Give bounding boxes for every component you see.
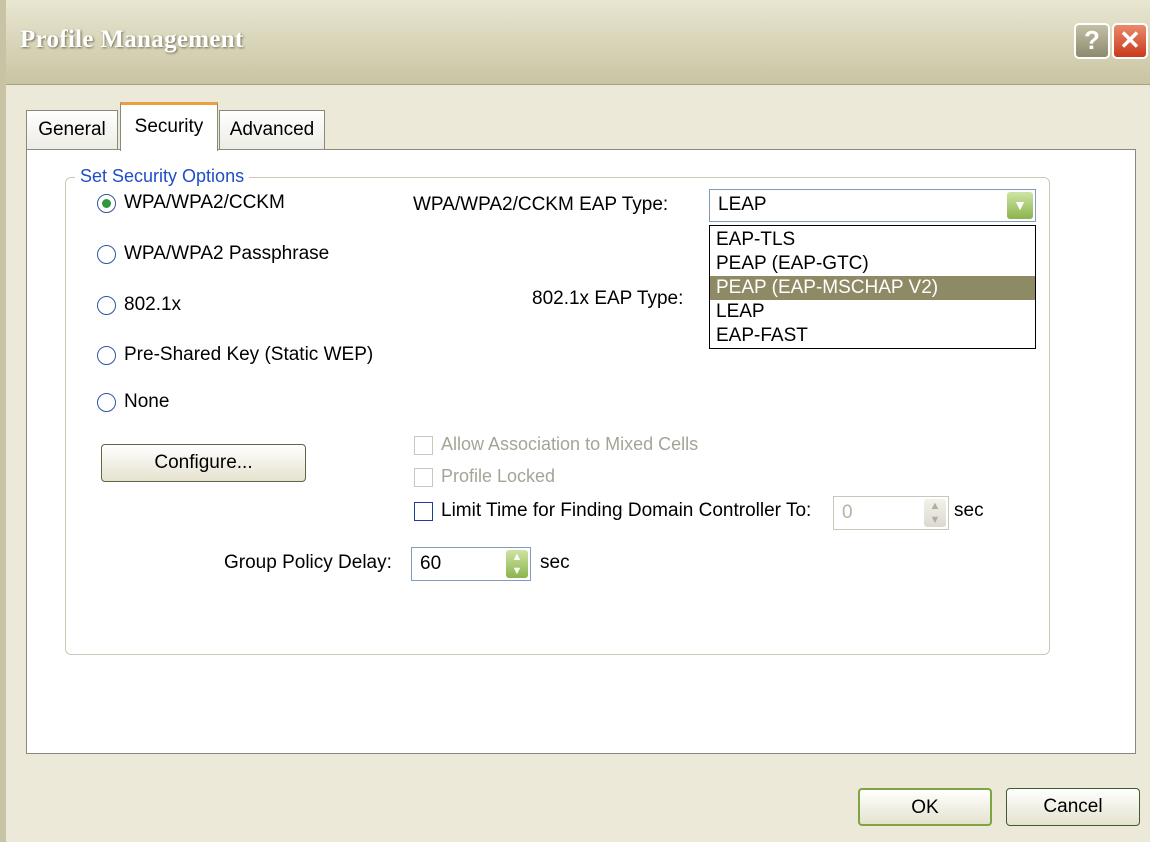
group-policy-delay-unit: sec bbox=[540, 552, 570, 573]
radio-label: WPA/WPA2 Passphrase bbox=[124, 243, 330, 264]
limit-time-unit: sec bbox=[954, 500, 984, 521]
title-bar[interactable]: Profile Management ? ✕ bbox=[6, 0, 1150, 85]
ok-button[interactable]: OK bbox=[858, 788, 992, 826]
radio-button-icon bbox=[97, 295, 116, 315]
wpa-eap-type-value: LEAP bbox=[718, 194, 767, 215]
profile-management-dialog: Profile Management ? ✕ General Security … bbox=[0, 0, 1150, 842]
limit-time-checkbox[interactable] bbox=[414, 502, 433, 521]
spinner-arrows-icon[interactable]: ▲ ▼ bbox=[924, 499, 946, 527]
radio-none[interactable]: None bbox=[97, 387, 169, 417]
limit-time-value: 0 bbox=[842, 502, 853, 523]
group-title: Set Security Options bbox=[75, 166, 250, 187]
wpa-eap-type-label: WPA/WPA2/CCKM EAP Type: bbox=[413, 194, 669, 215]
radio-button-icon bbox=[97, 345, 116, 365]
profile-locked-checkbox[interactable] bbox=[414, 468, 433, 487]
dot1x-eap-type-label: 802.1x EAP Type: bbox=[532, 288, 684, 309]
group-policy-delay-label: Group Policy Delay: bbox=[224, 552, 392, 573]
tab-advanced[interactable]: Advanced bbox=[219, 110, 325, 150]
close-button[interactable]: ✕ bbox=[1112, 23, 1148, 59]
radio-label: None bbox=[124, 391, 170, 412]
chevron-down-icon[interactable]: ▼ bbox=[1007, 192, 1033, 219]
radio-8021x[interactable]: 802.1x bbox=[97, 290, 181, 320]
security-tab-panel: Set Security Options WPA/WPA2/CCKM WPA/W… bbox=[26, 149, 1136, 754]
dropdown-option-leap[interactable]: LEAP bbox=[710, 300, 1035, 324]
allow-mixed-cells-checkbox[interactable] bbox=[414, 436, 433, 455]
spinner-arrows-icon[interactable]: ▲ ▼ bbox=[506, 550, 528, 578]
eap-type-dropdown-list: EAP-TLS PEAP (EAP-GTC) PEAP (EAP-MSCHAP … bbox=[709, 225, 1036, 349]
help-button[interactable]: ? bbox=[1074, 23, 1110, 59]
allow-mixed-cells-label: Allow Association to Mixed Cells bbox=[441, 434, 699, 454]
limit-time-label: Limit Time for Finding Domain Controller… bbox=[441, 500, 812, 521]
dropdown-option-eap-tls[interactable]: EAP-TLS bbox=[710, 228, 1035, 252]
cancel-button[interactable]: Cancel bbox=[1006, 788, 1140, 826]
radio-label: Pre-Shared Key (Static WEP) bbox=[124, 344, 374, 365]
group-policy-delay-spinner[interactable]: 60 ▲ ▼ bbox=[411, 547, 531, 581]
wpa-eap-type-select[interactable]: LEAP ▼ bbox=[709, 189, 1036, 222]
tab-security[interactable]: Security bbox=[120, 102, 218, 151]
radio-button-icon bbox=[97, 392, 116, 412]
radio-wpa-passphrase[interactable]: WPA/WPA2 Passphrase bbox=[97, 239, 329, 269]
group-policy-delay-value: 60 bbox=[420, 553, 442, 574]
limit-time-spinner[interactable]: 0 ▲ ▼ bbox=[833, 496, 949, 530]
dropdown-option-eap-fast[interactable]: EAP-FAST bbox=[710, 324, 1035, 348]
radio-wpa-cckm[interactable]: WPA/WPA2/CCKM bbox=[97, 188, 285, 218]
tab-general[interactable]: General bbox=[26, 110, 118, 150]
close-icon: ✕ bbox=[1119, 25, 1141, 55]
configure-button[interactable]: Configure... bbox=[101, 444, 306, 482]
radio-label: 802.1x bbox=[124, 294, 182, 315]
radio-button-icon bbox=[97, 244, 116, 264]
radio-pre-shared-key[interactable]: Pre-Shared Key (Static WEP) bbox=[97, 340, 373, 370]
help-icon: ? bbox=[1084, 25, 1100, 55]
profile-locked-label: Profile Locked bbox=[441, 466, 556, 486]
dropdown-option-peap-gtc[interactable]: PEAP (EAP-GTC) bbox=[710, 252, 1035, 276]
dropdown-option-peap-mschap-v2[interactable]: PEAP (EAP-MSCHAP V2) bbox=[710, 276, 1035, 300]
radio-label: WPA/WPA2/CCKM bbox=[124, 192, 285, 213]
window-title: Profile Management bbox=[20, 26, 244, 53]
radio-button-icon bbox=[97, 193, 116, 213]
